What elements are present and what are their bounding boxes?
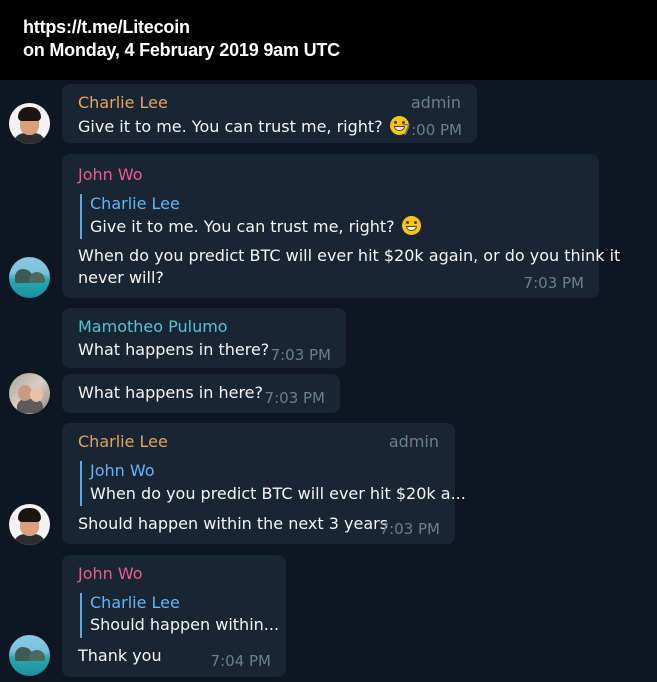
message-time: 7:04 PM [210, 652, 271, 670]
avatar-john-wo[interactable] [9, 635, 50, 676]
message-bubble[interactable]: What happens in here? 7:03 PM [62, 374, 340, 413]
reply-text: Should happen within... [90, 615, 280, 634]
message-text: Should happen within the next 3 years [78, 514, 389, 533]
channel-header: https://t.me/Litecoin on Monday, 4 Febru… [0, 0, 657, 80]
sender-name[interactable]: Charlie Lee [78, 93, 168, 112]
grinning-face-icon [401, 216, 421, 235]
reply-sender-name[interactable]: John Wo [90, 461, 155, 480]
message-bubble[interactable]: Charlie Lee admin John Wo When do you pr… [62, 423, 466, 544]
sender-name[interactable]: Charlie Lee [78, 432, 168, 451]
reply-sender-name[interactable]: Charlie Lee [90, 194, 180, 213]
message-time: 7:03 PM [379, 520, 440, 538]
message-bubble[interactable]: Charlie Lee admin Give it to me. You can… [62, 84, 477, 143]
message-text: Thank you [78, 646, 162, 665]
reply-quote-bar [80, 593, 82, 638]
sender-name[interactable]: Mamotheo Pulumo [78, 317, 228, 336]
message-time: 7:03 PM [270, 346, 331, 364]
admin-badge: admin [410, 93, 461, 112]
reply-text: Give it to me. You can trust me, right? [90, 216, 421, 236]
sender-name[interactable]: John Wo [78, 165, 143, 184]
sender-name[interactable]: John Wo [78, 564, 143, 583]
channel-link[interactable]: https://t.me/Litecoin [23, 17, 190, 38]
message-text: What happens in there? [78, 340, 270, 359]
message-time: 7:03 PM [264, 389, 325, 407]
avatar-charlie-lee[interactable] [9, 504, 50, 545]
reply-sender-name[interactable]: Charlie Lee [90, 593, 180, 612]
message-time: 7:03 PM [523, 274, 584, 292]
avatar-mamotheo-pulumo[interactable] [9, 373, 50, 414]
avatar-charlie-lee[interactable] [9, 103, 50, 144]
avatar-john-wo[interactable] [9, 257, 50, 298]
message-time: 7:00 PM [401, 121, 462, 139]
date-line: on Monday, 4 February 2019 9am UTC [23, 40, 340, 60]
message-text: Give it to me. You can trust me, right? [78, 116, 409, 136]
message-bubble[interactable]: John Wo Charlie Lee Give it to me. You c… [62, 154, 620, 298]
reply-quote-bar [80, 461, 82, 506]
message-text: What happens in here? [78, 383, 264, 402]
message-text-line1: When do you predict BTC will ever hit $2… [78, 246, 621, 265]
message-bubble[interactable]: John Wo Charlie Lee Should happen within… [62, 555, 286, 677]
message-bubble[interactable]: Mamotheo Pulumo What happens in there? 7… [62, 308, 346, 368]
message-text-line2: never will? [78, 268, 164, 287]
reply-quote-bar [80, 194, 82, 239]
admin-badge: admin [388, 432, 439, 451]
reply-text: When do you predict BTC will ever hit $2… [90, 484, 466, 503]
